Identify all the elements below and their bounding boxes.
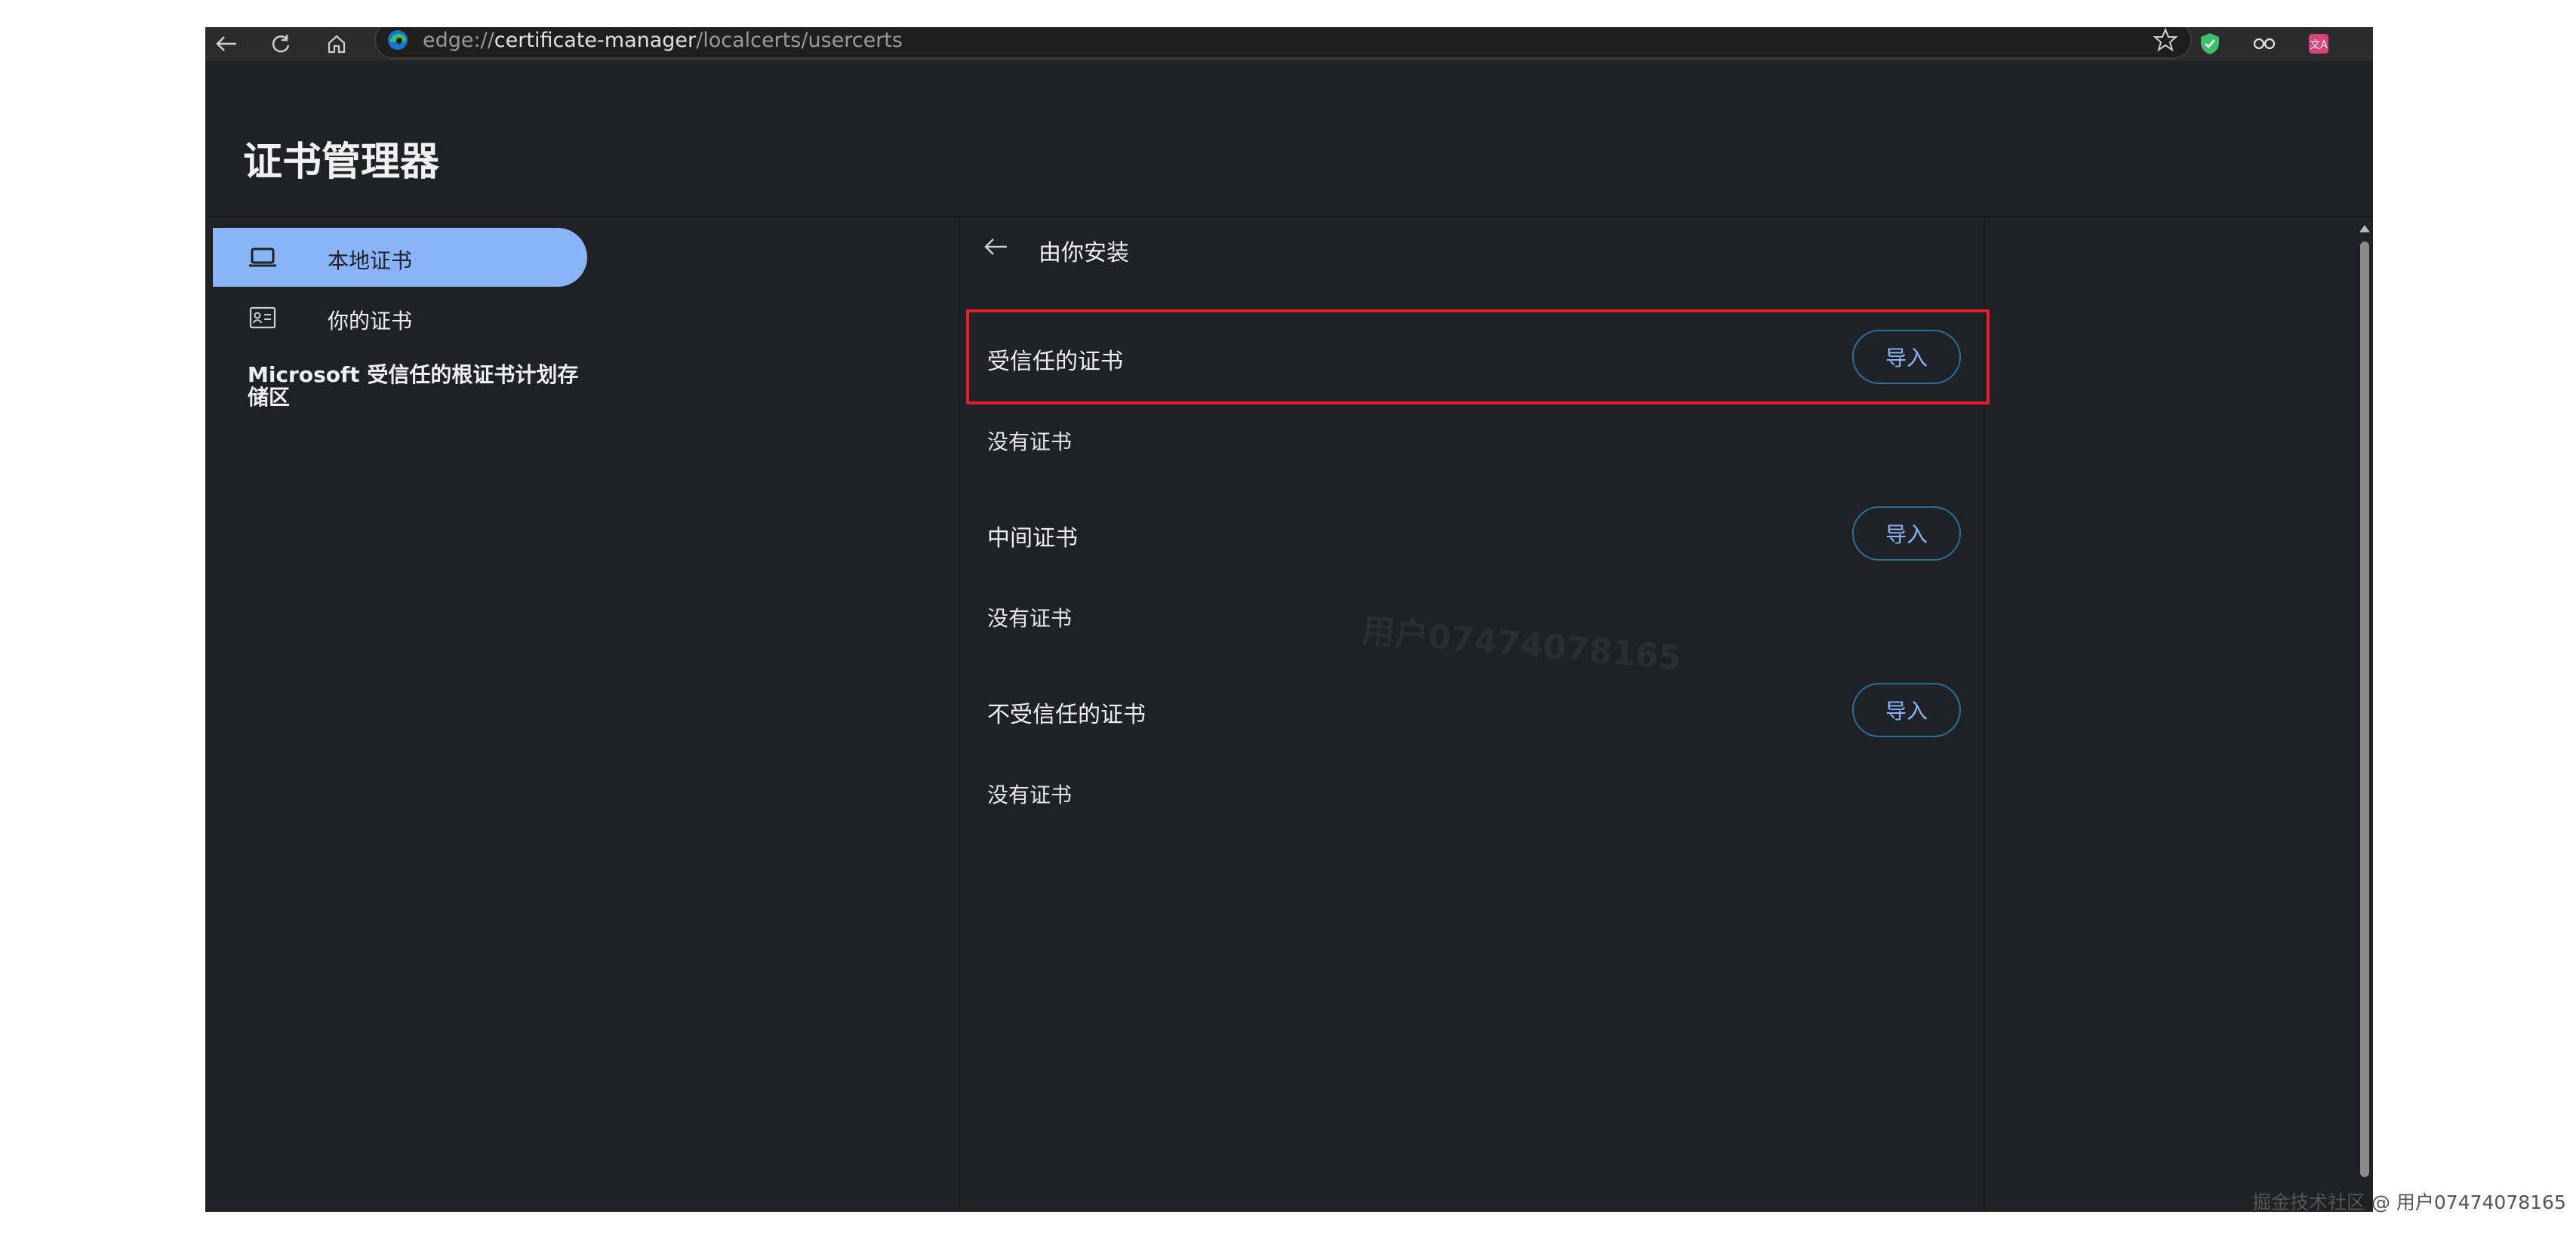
extension-shield[interactable] <box>2189 27 2231 60</box>
arrow-left-icon <box>216 36 236 51</box>
scroll-thumb[interactable] <box>2360 241 2369 1177</box>
import-trusted-button[interactable]: 导入 <box>1852 330 1961 384</box>
page-scrollbar[interactable] <box>2356 219 2373 1212</box>
browser-toolbar: edge://certificate-manager/localcerts/us… <box>205 27 2373 60</box>
laptop-icon <box>249 247 276 267</box>
refresh-icon <box>272 35 290 53</box>
back-button[interactable] <box>205 27 248 60</box>
sidebar-item-label: 你的证书 <box>328 309 413 334</box>
section-untrusted-certificates: 不受信任的证书 导入 <box>966 663 1990 758</box>
empty-trusted-text: 没有证书 <box>987 429 1073 454</box>
scroll-up-arrow[interactable] <box>2359 225 2370 232</box>
home-icon <box>328 35 346 54</box>
translate-icon: 文A <box>2309 34 2328 54</box>
main-panel: 由你安装 受信任的证书 导入 没有证书 中间证书 导入 没有证书 不受信任的证书… <box>959 219 1990 1212</box>
star-icon[interactable] <box>2153 27 2178 53</box>
sidebar-item-your-certificates[interactable]: 你的证书 <box>213 288 587 347</box>
extension-translate[interactable]: 文A <box>2297 27 2340 60</box>
shield-icon <box>2201 33 2219 54</box>
page-header: 证书管理器 <box>205 60 2373 217</box>
import-untrusted-button[interactable]: 导入 <box>1852 683 1961 737</box>
sidebar: 本地证书 你的证书 Microsoft 受信任的根证书计划存储区 <box>205 219 824 1212</box>
import-intermediate-button[interactable]: 导入 <box>1852 506 1961 561</box>
page-title: 证书管理器 <box>243 140 440 185</box>
sidebar-item-label: 本地证书 <box>328 248 413 273</box>
svg-text:文A: 文A <box>2310 39 2328 51</box>
refresh-button[interactable] <box>260 27 302 60</box>
sidebar-item-local-certificates[interactable]: 本地证书 <box>213 228 587 287</box>
section-trusted-certificates: 受信任的证书 导入 <box>966 309 1990 404</box>
back-row[interactable]: 由你安装 <box>960 219 1987 276</box>
sidebar-item-microsoft-root-store[interactable]: Microsoft 受信任的根证书计划存储区 <box>248 364 595 409</box>
empty-untrusted-text: 没有证书 <box>987 782 1073 807</box>
glasses-icon <box>2253 38 2276 50</box>
id-card-icon <box>249 306 276 329</box>
address-url: edge://certificate-manager/localcerts/us… <box>423 29 903 52</box>
address-bar[interactable]: edge://certificate-manager/localcerts/us… <box>374 27 2192 59</box>
section-intermediate-certificates: 中间证书 导入 <box>966 486 1990 581</box>
back-title: 由你安装 <box>1039 240 1129 266</box>
section-label: 中间证书 <box>987 525 1078 552</box>
home-button[interactable] <box>315 27 358 60</box>
extension-glasses[interactable] <box>2243 27 2285 60</box>
section-label: 受信任的证书 <box>987 349 1123 375</box>
credit-watermark: 掘金技术社区 @ 用户07474078165 <box>2252 1191 2566 1213</box>
section-label: 不受信任的证书 <box>987 702 1146 728</box>
empty-intermediate-text: 没有证书 <box>987 606 1073 631</box>
arrow-left-icon[interactable] <box>983 235 1010 258</box>
edge-logo-icon <box>388 30 408 50</box>
browser-window: edge://certificate-manager/localcerts/us… <box>205 27 2373 1212</box>
